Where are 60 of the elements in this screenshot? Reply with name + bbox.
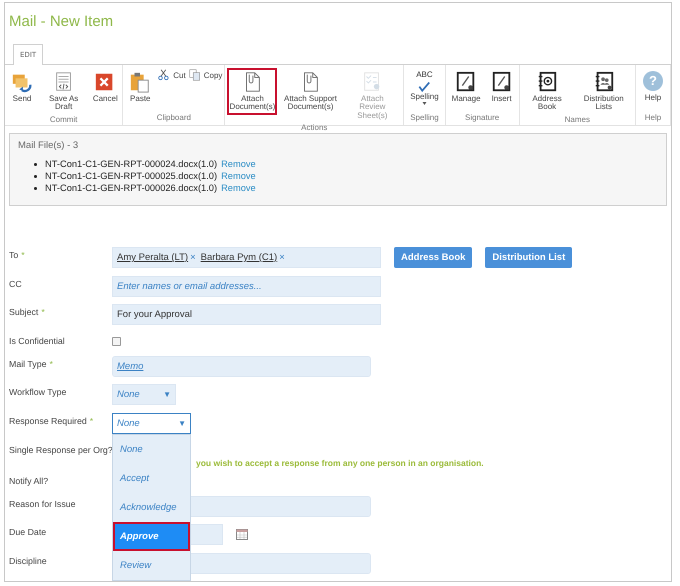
bullet-dot xyxy=(34,186,37,190)
bullet-dot xyxy=(34,174,37,178)
dropdown-select[interactable]: None ▼ xyxy=(112,412,191,434)
copy-icon xyxy=(188,68,202,82)
field-label: Single Response per Org? xyxy=(9,444,112,457)
field-label: Subject * xyxy=(9,306,46,320)
ribbon-button[interactable]: Cancel xyxy=(90,68,120,106)
file-name: NT-Con1-C1-GEN-RPT-000025.docx(1.0) xyxy=(45,171,218,181)
ribbon-button[interactable]: Save As Draft xyxy=(39,68,88,115)
ribbon-button[interactable]: Address Book xyxy=(522,68,572,115)
panel-title: Mail File(s) - 3 xyxy=(18,140,80,151)
group-label: Spelling xyxy=(409,113,440,124)
field-label: Mail Type * xyxy=(9,358,54,371)
ribbon-button[interactable]: Manage xyxy=(448,68,485,106)
checkbox[interactable] xyxy=(112,336,121,346)
remove-recipient[interactable]: × xyxy=(279,252,285,263)
clipboard-icon xyxy=(129,71,152,93)
group-label: Help xyxy=(644,113,662,124)
caret-icon xyxy=(422,102,427,106)
field-label: Discipline xyxy=(9,554,48,568)
remove-recipient[interactable]: × xyxy=(190,252,196,263)
text-field[interactable]: For your Approval xyxy=(112,304,381,326)
field-label: Response Required * xyxy=(9,414,94,428)
ribbon-button[interactable]: ? Help xyxy=(638,68,668,106)
field-label: Is Confidential xyxy=(9,334,66,348)
group-label: Clipboard xyxy=(156,113,192,124)
ribbon-button[interactable]: Insert xyxy=(486,68,517,106)
calendar-icon[interactable] xyxy=(236,529,248,540)
field-label: To * xyxy=(9,249,26,262)
ribbon-button[interactable]: Distribution Lists xyxy=(574,68,633,115)
field-label: Notify All? xyxy=(9,474,50,488)
ribbon-button[interactable]: Copy xyxy=(188,68,222,82)
ribbon-button[interactable]: ABC Spelling xyxy=(406,68,443,108)
ribbon-button[interactable]: Attach Document(s) xyxy=(227,68,278,115)
recipients-field[interactable]: Amy Peralta (LT) × Barbara Pym (C1) × xyxy=(112,247,381,268)
recipient-token[interactable]: Barbara Pym (C1) xyxy=(200,252,278,263)
ribbon-button[interactable]: Paste xyxy=(125,68,156,106)
field-label: Reason for Issue xyxy=(9,498,77,511)
field-label: Workflow Type xyxy=(9,386,68,400)
text-field[interactable]: Enter names or email addresses... xyxy=(112,276,381,297)
group-label: Commit xyxy=(48,114,78,126)
group-label: Names xyxy=(564,114,591,126)
help-icon: ? xyxy=(643,71,663,91)
window-title: Mail - New Item xyxy=(9,12,114,32)
pen-frame-icon xyxy=(490,71,513,93)
field-label: CC xyxy=(9,278,23,291)
hint-text: you wish to accept a response from any one person in an organisation. xyxy=(196,458,484,468)
bullet-dot xyxy=(34,162,37,166)
address-book-icon xyxy=(536,71,558,93)
recipient-token[interactable]: Amy Peralta (LT) xyxy=(117,252,188,263)
ribbon-button[interactable]: Attach Support Document(s) xyxy=(279,68,342,115)
scissors-icon xyxy=(157,68,172,82)
group-label: Actions xyxy=(300,123,328,134)
ribbon-button[interactable]: Cut xyxy=(157,68,186,82)
ribbon-button[interactable]: Send xyxy=(7,68,37,106)
field-label: Due Date xyxy=(9,526,48,540)
group-label: Signature xyxy=(464,113,500,124)
file-name: NT-Con1-C1-GEN-RPT-000026.docx(1.0) xyxy=(45,183,218,193)
file-name: NT-Con1-C1-GEN-RPT-000024.docx(1.0) xyxy=(45,159,218,169)
pen-frame-icon xyxy=(455,71,478,93)
